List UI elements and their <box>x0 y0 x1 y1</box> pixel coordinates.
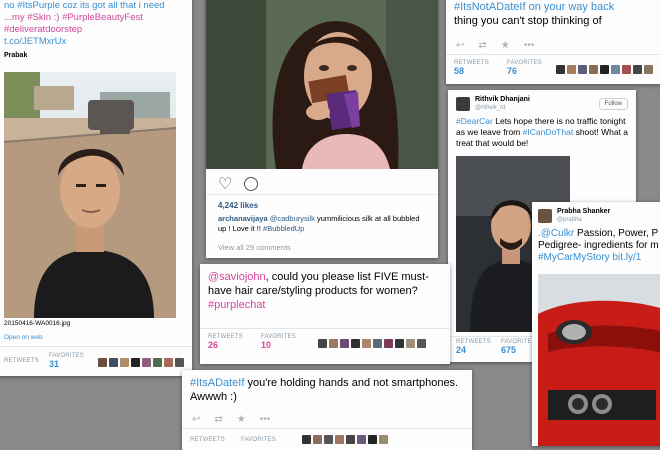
retweets-label: RETWEETS <box>190 437 225 443</box>
tweet-card-selfie: no #ItsPurple coz its got all that i nee… <box>0 0 192 376</box>
more-icon[interactable]: ••• <box>260 414 271 425</box>
tweet-text-line: #ItsNotADateIf on your way back <box>454 1 615 13</box>
caption-hashtag[interactable]: #BubbledUp <box>263 224 304 233</box>
hashtag-link[interactable]: #ItsADateIf <box>190 377 244 389</box>
car-photo[interactable] <box>538 274 660 446</box>
retweet-icon[interactable]: ⇄ <box>478 40 486 51</box>
hashtag-link[interactable]: #purplechat <box>208 298 442 312</box>
tweet-card-purplechat: @saviojohn, could you please list FIVE m… <box>200 264 450 364</box>
favorites-label: FAVORITES <box>240 437 276 443</box>
tweet-card-prabha: Prabha Shanker @prabha .@Culkr Passion, … <box>532 202 660 446</box>
favorite-icon[interactable]: ★ <box>237 414 246 425</box>
instagram-post-card: ♡ 4,242 likes archanavijaya @cadburysilk… <box>206 0 438 258</box>
favorite-icon[interactable]: ★ <box>501 40 510 51</box>
favoriter-avatars[interactable] <box>317 335 428 353</box>
username: Prabak <box>4 52 28 59</box>
tweet-text-line: thing you can't stop thinking of <box>454 15 602 27</box>
reply-icon[interactable]: ↩ <box>192 414 200 425</box>
retweets-count[interactable]: 58 <box>454 66 489 76</box>
retweets-label: RETWEETS <box>4 358 39 364</box>
avatar[interactable] <box>538 209 552 223</box>
selfie-photo[interactable] <box>4 72 176 318</box>
tweet-card-its-not-a-date: #ItsNotADateIf on your way back thing yo… <box>446 0 660 84</box>
hashtag-link[interactable]: #MyCarMyStory bit.ly/1 <box>538 252 660 264</box>
favorites-count[interactable]: 10 <box>261 340 296 350</box>
reply-icon[interactable]: ↩ <box>456 40 464 51</box>
likes-count[interactable]: 4,242 likes <box>218 201 258 210</box>
retweets-count[interactable]: 26 <box>208 340 243 350</box>
favoriter-avatars[interactable] <box>97 354 186 372</box>
favoriter-avatars[interactable] <box>301 431 390 449</box>
caption-username[interactable]: archanavijaya <box>218 214 268 223</box>
mention-link[interactable]: .@Culkr <box>538 228 574 239</box>
open-on-web-link[interactable]: Open on web <box>4 334 43 341</box>
hashtag-link[interactable]: #ICanDoThat <box>523 127 574 137</box>
author-name[interactable]: Rithvik Dhanjani <box>475 96 530 104</box>
retweets-count[interactable]: 24 <box>456 345 491 355</box>
photo-filename: 20150416-WA0016.jpg <box>4 320 71 327</box>
mention-link[interactable]: @saviojohn <box>208 271 266 283</box>
favorites-count[interactable]: 675 <box>501 345 536 355</box>
tweet-link[interactable]: t.co/JETMxrUx <box>4 36 184 48</box>
follow-button[interactable]: Follow <box>598 98 628 110</box>
favorites-count[interactable]: 76 <box>507 66 542 76</box>
heart-icon[interactable]: ♡ <box>218 174 232 194</box>
retweet-icon[interactable]: ⇄ <box>214 414 222 425</box>
tweet-card-its-a-date: #ItsADateIf you're holding hands and not… <box>182 370 472 450</box>
caption-mention[interactable]: @cadburysilk <box>270 214 315 223</box>
author-handle: @rithvik_rd <box>475 105 506 111</box>
avatar[interactable] <box>456 97 470 111</box>
hashtag-link[interactable]: #DearCar <box>456 116 493 126</box>
view-comments-link[interactable]: View all 29 comments <box>218 243 291 252</box>
tweet-text-line: no #ItsPurple coz its got all that i nee… <box>4 0 165 11</box>
favoriter-avatars[interactable] <box>555 61 655 79</box>
favorites-count[interactable]: 31 <box>49 359 84 369</box>
author-handle: @prabha <box>557 217 582 223</box>
more-icon[interactable]: ••• <box>524 40 535 51</box>
hashtag-link[interactable]: #deliveratdoorstep <box>4 24 184 36</box>
tweet-text-line: ...my #Skin :) #PurpleBeautyFest <box>4 12 143 23</box>
instagram-photo[interactable] <box>206 0 438 169</box>
comment-icon[interactable] <box>244 177 259 191</box>
author-name[interactable]: Prabha Shanker <box>557 208 610 216</box>
